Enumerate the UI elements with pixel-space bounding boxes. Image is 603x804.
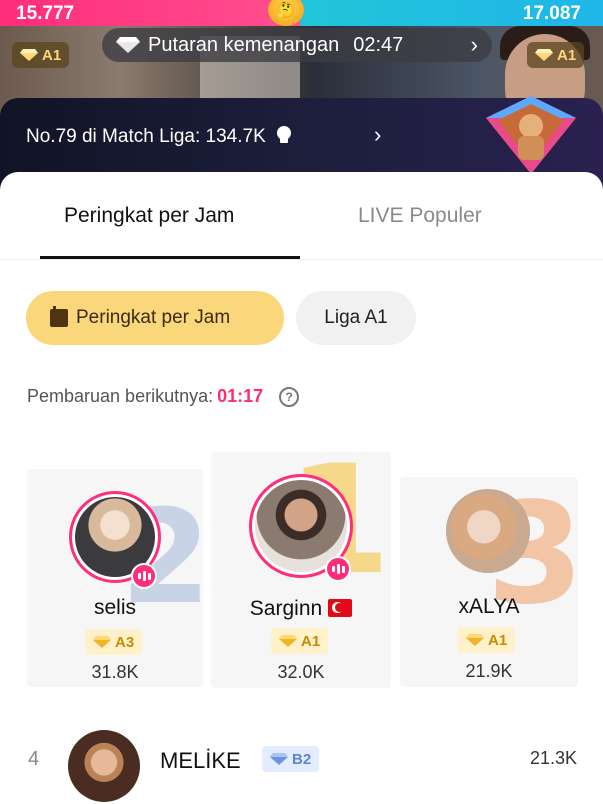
diamond-icon bbox=[93, 636, 111, 648]
diamond-icon bbox=[279, 635, 297, 647]
diamond-icon bbox=[466, 634, 484, 646]
league-label: A1 bbox=[488, 631, 508, 649]
creator-score: 21.9K bbox=[465, 661, 513, 681]
round-label: Putaran kemenangan bbox=[148, 33, 340, 56]
right-league-badge[interactable]: A1 bbox=[527, 42, 585, 68]
help-icon[interactable]: ? bbox=[279, 386, 300, 407]
diamond-icon bbox=[20, 49, 38, 61]
next-update-info: Pembaruan berikutnya: 01:17 ? bbox=[27, 386, 300, 407]
league-rank-label: No.79 di Match Liga: 134.7K bbox=[26, 126, 266, 147]
league-badge: A1 bbox=[271, 628, 329, 654]
league-trophy-icon bbox=[476, 96, 586, 176]
chevron-right-icon: › bbox=[470, 32, 478, 57]
creator-name: Sarginn bbox=[249, 597, 323, 620]
round-timer: 02:47 bbox=[353, 33, 404, 56]
right-score: 17.087 bbox=[522, 3, 581, 24]
tab-popular-live[interactable]: LIVE Populer bbox=[358, 204, 482, 228]
next-update-time: 01:17 bbox=[217, 386, 264, 406]
calendar-icon bbox=[50, 306, 68, 327]
league-label: A1 bbox=[301, 632, 321, 650]
left-league-label: A1 bbox=[42, 46, 62, 64]
filter-league-label: Liga A1 bbox=[324, 307, 388, 328]
league-rank-text[interactable]: No.79 di Match Liga: 134.7K bbox=[26, 124, 294, 150]
league-badge: B2 bbox=[262, 746, 320, 772]
tab-bar: Peringkat per Jam LIVE Populer bbox=[0, 172, 603, 260]
league-badge: A3 bbox=[85, 629, 143, 655]
filter-hourly-label: Peringkat per Jam bbox=[76, 307, 231, 328]
diamond-icon bbox=[116, 37, 140, 53]
live-indicator-icon bbox=[131, 563, 157, 589]
creator-score: 32.0K bbox=[277, 662, 325, 682]
creator-name: xALYA bbox=[458, 595, 520, 618]
winning-round-pill[interactable]: Putaran kemenangan 02:47 › bbox=[102, 28, 492, 62]
filter-league-a1[interactable]: Liga A1 bbox=[296, 291, 416, 345]
chevron-right-icon[interactable]: › bbox=[374, 122, 381, 148]
podium-card-rank-2[interactable]: 2 selis A3 31.8K bbox=[27, 469, 203, 687]
creator-score: 31.8K bbox=[91, 662, 139, 682]
right-league-label: A1 bbox=[557, 46, 577, 64]
creator-score: 21.3K bbox=[529, 748, 577, 768]
filter-hourly-ranking[interactable]: Peringkat per Jam bbox=[26, 291, 284, 345]
league-label: B2 bbox=[292, 750, 312, 768]
creator-name: MELİKE bbox=[160, 748, 241, 773]
list-item[interactable]: 4 MELİKE B2 21.3K bbox=[0, 712, 603, 802]
creator-name-row: Sarginn bbox=[211, 597, 391, 621]
left-score: 15.777 bbox=[16, 3, 75, 24]
creator-name: selis bbox=[93, 596, 136, 619]
ranking-sheet: Peringkat per Jam LIVE Populer Peringkat… bbox=[0, 172, 603, 804]
avatar[interactable] bbox=[68, 730, 140, 802]
rank-number: 4 bbox=[28, 748, 40, 770]
tab-hourly-ranking[interactable]: Peringkat per Jam bbox=[64, 204, 234, 228]
active-tab-indicator bbox=[40, 256, 300, 259]
podium-card-rank-3[interactable]: 3 xALYA A1 21.9K bbox=[400, 477, 578, 687]
left-league-badge[interactable]: A1 bbox=[12, 42, 70, 68]
league-badge: A1 bbox=[458, 627, 516, 653]
diamond-icon bbox=[535, 49, 553, 61]
live-indicator-icon bbox=[325, 556, 351, 582]
league-label: A3 bbox=[115, 633, 135, 651]
podium-card-rank-1[interactable]: 1 Sarginn A1 32.0K bbox=[211, 452, 391, 688]
avatar[interactable] bbox=[446, 489, 530, 573]
turkey-flag-icon bbox=[328, 599, 353, 617]
diamond-icon bbox=[270, 753, 288, 765]
next-update-label: Pembaruan berikutnya: bbox=[27, 386, 214, 406]
boxing-glove-icon bbox=[274, 124, 294, 150]
